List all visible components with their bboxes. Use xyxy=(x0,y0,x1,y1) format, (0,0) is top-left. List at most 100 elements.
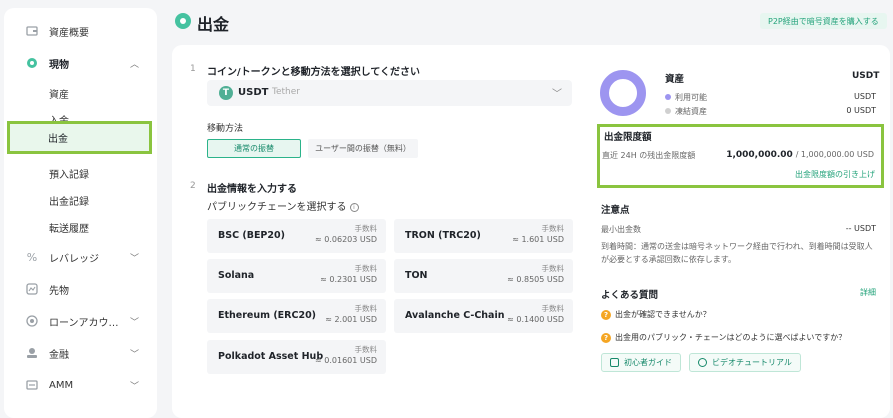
available-label: 利用可能 xyxy=(675,93,707,102)
method-label: 移動方法 xyxy=(207,124,244,134)
futures-icon xyxy=(26,283,38,295)
fee-label: 手数料 xyxy=(541,304,565,313)
p2p-buy-button[interactable]: P2P経由で暗号資産を購入する xyxy=(760,13,887,29)
faq-question-text: 出金用のパブリック・チェーンはどのように選べばよいですか？ xyxy=(615,333,847,342)
sidebar-item-label: ローンアカウ… xyxy=(49,317,119,329)
chain-option[interactable]: Avalanche C-Chain 手数料 ≈ 0.1400 USD xyxy=(394,299,573,333)
fee-value: ≈ 0.2301 USD xyxy=(320,275,377,284)
fee-value: ≈ 0.06203 USD xyxy=(315,235,377,244)
withdraw-icon xyxy=(175,13,191,29)
method-normal-transfer-tab[interactable]: 通常の振替 xyxy=(207,139,301,158)
sidebar-item-futures[interactable]: 先物 xyxy=(4,276,157,302)
available-dot xyxy=(665,94,671,100)
sidebar-item-amm[interactable]: AMM ﹀ xyxy=(4,372,157,398)
faq-question[interactable]: ? 出金が確認できませんか？ xyxy=(601,309,711,320)
play-icon xyxy=(698,358,707,367)
notes-title: 注意点 xyxy=(601,205,630,216)
limit-title: 出金限度額 xyxy=(604,132,652,143)
sidebar-item-spot[interactable]: 現物 ︿ xyxy=(4,50,157,76)
fee-value: ≈ 2.001 USD xyxy=(325,315,377,324)
coin-select[interactable]: T USDT Tether ﹀ xyxy=(207,80,572,106)
spot-icon xyxy=(26,57,38,69)
faq-title: よくある質問 xyxy=(601,290,659,301)
video-tutorial-button[interactable]: ビデオチュートリアル xyxy=(689,353,801,372)
method-user-transfer-tab[interactable]: ユーザー間の振替（無料） xyxy=(308,139,418,158)
sidebar-item-margin[interactable]: % レバレッジ ﹀ xyxy=(4,244,157,270)
sidebar-item-label: 出金 xyxy=(48,134,68,145)
fee-value: ≈ 0.01601 USD xyxy=(315,356,377,365)
sidebar: 資産概要 現物 ︿ 資産 入金 預入記録 出金記録 転送履歴 % レバレッジ ﹀… xyxy=(4,8,157,418)
withdraw-limit-panel: 出金限度額 直近 24H の残出金限度額 1,000,000.00 / 1,00… xyxy=(597,124,884,188)
chevron-down-icon: ﹀ xyxy=(130,349,140,360)
chain-name: TON xyxy=(405,270,428,281)
asset-currency: USDT xyxy=(852,71,880,81)
wallet-icon xyxy=(26,25,38,37)
question-icon: ? xyxy=(601,332,611,343)
sidebar-item-withdraw[interactable]: 出金 xyxy=(7,121,152,154)
video-label: ビデオチュートリアル xyxy=(712,358,792,367)
asset-donut-chart xyxy=(600,70,646,116)
fee-value: ≈ 0.8505 USD xyxy=(507,275,564,284)
book-icon xyxy=(610,358,619,367)
sidebar-item-label: 資産 xyxy=(49,89,69,101)
available-value: USDT xyxy=(854,92,876,101)
sidebar-item-withdraw-history[interactable]: 出金記録 xyxy=(4,187,157,213)
sidebar-item-label: 金融 xyxy=(49,349,69,361)
chevron-down-icon: ﹀ xyxy=(130,381,140,392)
fee-label: 手数料 xyxy=(541,264,565,273)
chain-option[interactable]: TON 手数料 ≈ 0.8505 USD xyxy=(394,259,573,293)
faq-question[interactable]: ? 出金用のパブリック・チェーンはどのように選べばよいですか？ xyxy=(601,332,846,343)
amm-icon xyxy=(26,379,38,391)
limit-value: 1,000,000.00 / 1,000,000.00 USD xyxy=(726,150,874,160)
sidebar-item-label: 預入記録 xyxy=(49,169,89,181)
chain-name: BSC (BEP20) xyxy=(218,230,285,241)
step-number: 1 xyxy=(190,64,196,74)
chain-option[interactable]: TRON (TRC20) 手数料 ≈ 1.601 USD xyxy=(394,219,573,253)
fee-value: ≈ 0.1400 USD xyxy=(507,315,564,324)
limit-total: / 1,000,000.00 USD xyxy=(795,150,874,159)
chain-option[interactable]: Polkadot Asset Hub 手数料 ≈ 0.01601 USD xyxy=(207,340,386,374)
raise-limit-link[interactable]: 出金限度額の引き上げ xyxy=(795,169,875,180)
fee-label: 手数料 xyxy=(541,224,565,233)
sidebar-item-label: 出金記録 xyxy=(49,196,89,208)
percent-icon: % xyxy=(26,250,38,264)
sidebar-item-asset-overview[interactable]: 資産概要 xyxy=(4,18,157,44)
step-number: 2 xyxy=(190,181,196,191)
sidebar-item-loan-account[interactable]: ローンアカウ… ﹀ xyxy=(4,308,157,334)
chain-name: Polkadot Asset Hub xyxy=(218,351,324,362)
frozen-value: 0 USDT xyxy=(846,106,876,115)
sidebar-item-transfer-history[interactable]: 転送履歴 xyxy=(4,214,157,240)
chain-label: パブリックチェーンを選択する i xyxy=(207,198,359,213)
frozen-dot xyxy=(665,108,671,114)
chevron-down-icon: ﹀ xyxy=(130,253,140,264)
sidebar-item-label: 資産概要 xyxy=(49,27,89,39)
beginner-guide-button[interactable]: 初心者ガイド xyxy=(601,353,681,372)
chain-option[interactable]: Ethereum (ERC20) 手数料 ≈ 2.001 USD xyxy=(207,299,386,333)
chevron-down-icon: ﹀ xyxy=(552,89,562,100)
notes-text: 到着時間：通常の送金は暗号ネットワーク経由で行われ、到着時間は受取人が必要とする… xyxy=(601,242,873,264)
fee-value: ≈ 1.601 USD xyxy=(512,235,564,244)
chain-option[interactable]: Solana 手数料 ≈ 0.2301 USD xyxy=(207,259,386,293)
asset-title: 資産 xyxy=(665,74,685,85)
sidebar-item-finance[interactable]: 金融 ﹀ xyxy=(4,340,157,366)
chain-name: Solana xyxy=(218,270,255,281)
frozen-label: 凍結資産 xyxy=(675,107,707,116)
limit-remaining: 1,000,000.00 xyxy=(726,150,793,160)
faq-question-text: 出金が確認できませんか？ xyxy=(615,310,711,319)
step-title: 出金情報を入力する xyxy=(207,184,297,195)
sidebar-item-label: レバレッジ xyxy=(49,253,99,265)
loan-icon xyxy=(26,315,38,327)
chain-name: TRON (TRC20) xyxy=(405,230,481,241)
faq-more-link[interactable]: 詳細 xyxy=(860,287,876,298)
chain-option[interactable]: BSC (BEP20) 手数料 ≈ 0.06203 USD xyxy=(207,219,386,253)
sidebar-item-label: 転送履歴 xyxy=(49,223,89,235)
question-icon: ? xyxy=(601,309,611,320)
page-title: 出金 xyxy=(197,15,230,34)
info-icon[interactable]: i xyxy=(349,203,359,212)
sidebar-item-deposit-history[interactable]: 預入記録 xyxy=(4,160,157,186)
chevron-down-icon: ﹀ xyxy=(130,317,140,328)
chain-name: Ethereum (ERC20) xyxy=(218,310,317,321)
sidebar-item-label: 現物 xyxy=(49,59,69,71)
fee-label: 手数料 xyxy=(354,304,378,313)
sidebar-item-assets[interactable]: 資産 xyxy=(4,80,157,106)
